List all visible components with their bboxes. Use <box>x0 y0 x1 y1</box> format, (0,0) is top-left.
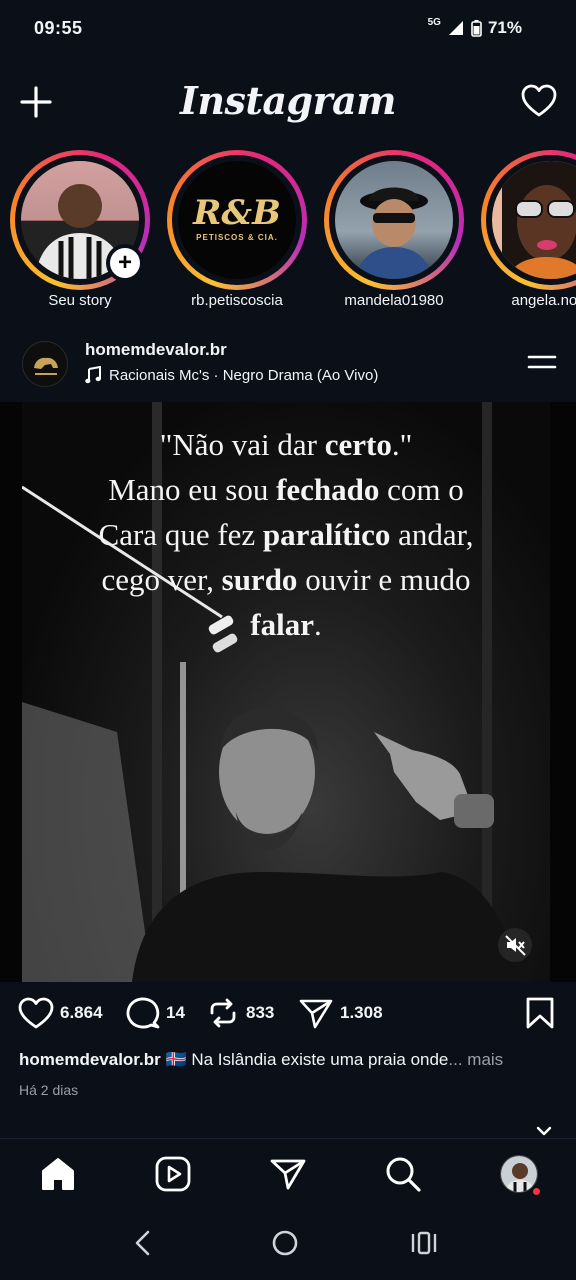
music-label: Racionais Mc's · Negro Drama (Ao Vivo) <box>109 366 379 384</box>
battery-icon <box>471 20 482 37</box>
quote-line-4: cego ver, surdo ouvir e mudo <box>101 562 471 597</box>
top-app-bar: Instagram <box>0 70 576 132</box>
story-mandela01980[interactable]: mandela01980 <box>324 148 464 318</box>
iceland-flag-icon: 🇮🇸 <box>165 1050 187 1069</box>
heart-outline-icon <box>18 997 54 1029</box>
post-avatar[interactable] <box>22 341 68 387</box>
shares-count: 1.308 <box>340 1003 383 1022</box>
speaker-muted-icon <box>505 935 526 956</box>
stories-tray: + Seu story R&B PETISCOS & CIA. rb.petis… <box>0 148 576 328</box>
story-label: angela.nora <box>511 292 576 309</box>
caption-text: Na Islândia existe uma praia onde <box>186 1050 449 1069</box>
comment-icon <box>126 997 160 1029</box>
comments-count: 14 <box>166 1003 185 1022</box>
post-timestamp: Há 2 dias <box>19 1082 79 1098</box>
profile-avatar[interactable] <box>500 1155 538 1193</box>
post-image: "Não vai dar certo." Mano eu sou fechado… <box>22 402 550 982</box>
signal-icon <box>448 21 463 35</box>
post-music[interactable]: Racionais Mc's · Negro Drama (Ao Vivo) <box>85 366 378 384</box>
instagram-logo: Instagram <box>180 78 396 123</box>
notification-dot <box>532 1187 541 1196</box>
reposts-count: 833 <box>246 1003 275 1022</box>
recent-apps-icon[interactable] <box>409 1228 439 1258</box>
story-label: Seu story <box>48 292 112 309</box>
post-actions: 6.864 14 833 1.308 <box>0 996 576 1036</box>
send-icon <box>299 999 333 1029</box>
rb-logo-subtext: PETISCOS & CIA. <box>196 233 278 242</box>
caption-username[interactable]: homemdevalor.br <box>19 1050 161 1069</box>
share-button[interactable]: 1.308 <box>298 996 383 1030</box>
more-options-icon[interactable] <box>526 350 558 374</box>
lion-logo-icon <box>23 342 67 386</box>
status-time: 09:55 <box>34 18 83 38</box>
repost-button[interactable]: 833 <box>206 996 274 1030</box>
chevron-down-icon[interactable] <box>534 1124 554 1138</box>
status-bar: 09:55 5G 71% <box>0 0 576 60</box>
comment-button[interactable]: 14 <box>124 996 185 1030</box>
like-button[interactable]: 6.864 <box>18 996 103 1030</box>
send-icon[interactable] <box>269 1155 307 1193</box>
plus-icon: + <box>110 248 140 278</box>
caption-more-link[interactable]: ... mais <box>448 1050 503 1069</box>
reels-icon[interactable] <box>154 1155 192 1193</box>
heart-icon[interactable] <box>520 82 558 120</box>
post-media[interactable]: "Não vai dar certo." Mano eu sou fechado… <box>0 402 576 982</box>
quote-line-1: "Não vai dar certo." <box>159 427 413 462</box>
system-navigation-bar <box>0 1208 576 1280</box>
story-label: mandela01980 <box>344 292 444 309</box>
add-story-button[interactable]: + <box>106 244 144 282</box>
quote-line-3: Cara que fez paralítico andar, <box>98 517 474 552</box>
likes-count: 6.864 <box>60 1003 103 1022</box>
quote-line-5: falar. <box>250 607 322 642</box>
repost-icon <box>210 998 236 1028</box>
bottom-navigation <box>0 1138 576 1208</box>
mute-button[interactable] <box>498 928 532 962</box>
home-circle-icon[interactable] <box>270 1228 300 1258</box>
post-username[interactable]: homemdevalor.br <box>85 340 227 360</box>
search-icon[interactable] <box>384 1155 422 1193</box>
story-angela-nora[interactable]: angela.nora <box>481 148 576 318</box>
story-rb-petiscoscia[interactable]: R&B PETISCOS & CIA. rb.petiscoscia <box>167 148 307 318</box>
bookmark-icon[interactable] <box>525 997 555 1029</box>
network-type: 5G <box>427 17 441 28</box>
post-header: homemdevalor.br Racionais Mc's · Negro D… <box>0 336 576 396</box>
home-icon[interactable] <box>39 1155 77 1193</box>
rb-logo-text: R&B <box>193 193 281 233</box>
story-own[interactable]: + Seu story <box>10 148 150 318</box>
battery-level: 71% <box>487 18 522 37</box>
post-caption[interactable]: homemdevalor.br 🇮🇸 Na Islândia existe um… <box>19 1050 559 1070</box>
back-icon[interactable] <box>128 1228 158 1258</box>
avatar: R&B PETISCOS & CIA. <box>178 161 296 279</box>
post-quote: "Não vai dar certo." Mano eu sou fechado… <box>22 422 550 647</box>
quote-line-2: Mano eu sou fechado com o <box>108 472 464 507</box>
avatar <box>335 161 453 279</box>
story-label: rb.petiscoscia <box>191 292 283 309</box>
status-indicators: 5G 71% <box>428 18 522 38</box>
music-note-icon <box>85 366 101 384</box>
person-photo <box>355 187 433 279</box>
